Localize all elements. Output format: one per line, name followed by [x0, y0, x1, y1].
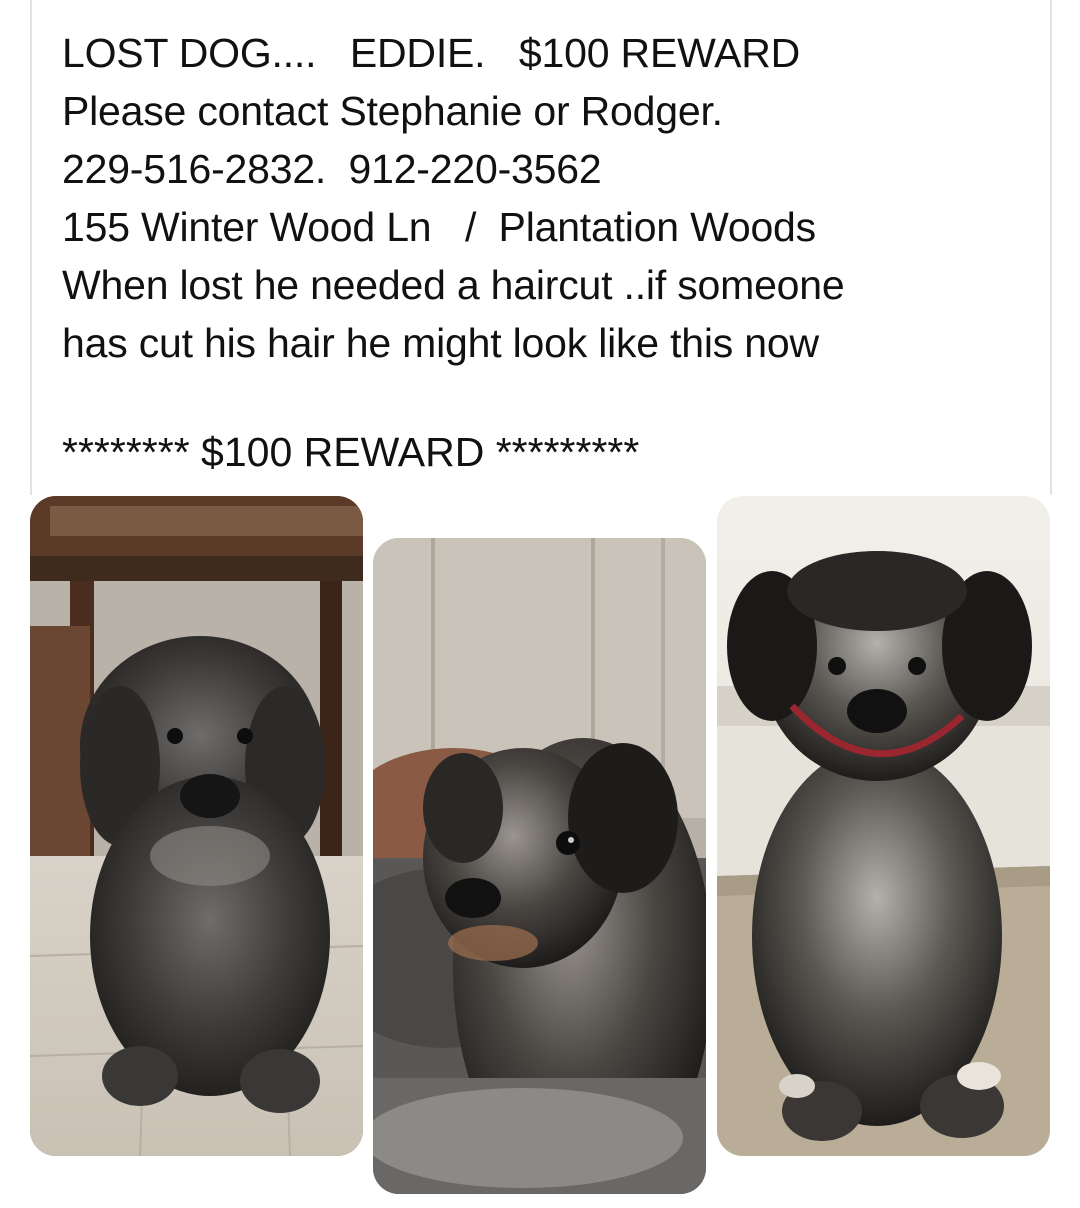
post-line-contact: Please contact Stephanie or Rodger.	[62, 88, 723, 134]
post-line-address: 155 Winter Wood Ln / Plantation Woods	[62, 204, 816, 250]
post-line-haircut: When lost he needed a haircut ..if someo…	[62, 262, 845, 308]
dog-photo-1[interactable]	[30, 496, 363, 1156]
dog-photo-1-image	[30, 496, 363, 1156]
dog-photo-2[interactable]	[373, 538, 706, 1194]
dog-photo-2-image	[373, 538, 706, 1194]
reward-line: ******** $100 REWARD *********	[62, 429, 640, 475]
post-line-phones: 229-516-2832. 912-220-3562	[62, 146, 602, 192]
post-line-haircut-cont: has cut his hair he might look like this…	[62, 320, 819, 366]
dog-photo-3-image	[717, 496, 1050, 1156]
post-line-title: LOST DOG.... EDDIE. $100 REWARD	[62, 30, 801, 76]
dog-photo-3[interactable]	[717, 496, 1050, 1156]
post-body-text: LOST DOG.... EDDIE. $100 REWARD Please c…	[62, 24, 1042, 372]
